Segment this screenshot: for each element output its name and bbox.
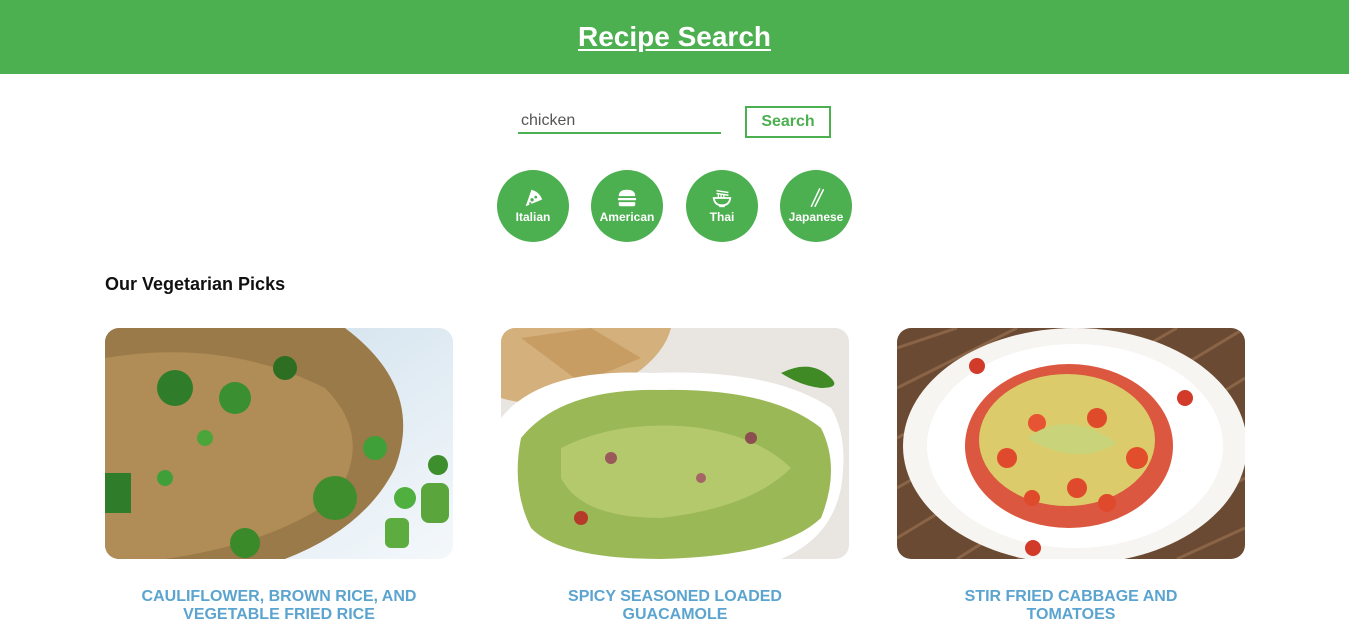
search-button[interactable]: Search xyxy=(745,106,831,138)
recipe-title-link[interactable]: Stir Fried Cabbage and Tomatoes xyxy=(897,588,1245,624)
recipe-card[interactable]: Cauliflower, Brown Rice, and Vegetable F… xyxy=(105,328,453,624)
recipe-card[interactable]: Spicy Seasoned Loaded Guacamole xyxy=(501,328,849,624)
cuisine-label: Italian xyxy=(515,209,551,224)
search-input[interactable] xyxy=(518,109,721,134)
cuisine-label: Japanese xyxy=(788,209,844,224)
cuisine-button-japanese[interactable]: Japanese xyxy=(780,170,852,242)
page-title-link[interactable]: Recipe Search xyxy=(578,21,771,53)
chopsticks-icon xyxy=(810,187,825,207)
recipe-card[interactable]: Stir Fried Cabbage and Tomatoes xyxy=(897,328,1245,624)
guacamole-photo[interactable] xyxy=(501,328,849,559)
pizza-icon xyxy=(525,189,543,206)
fried-rice-photo[interactable] xyxy=(105,328,453,559)
cuisine-button-american[interactable]: American xyxy=(591,170,663,242)
cuisine-button-thai[interactable]: Thai xyxy=(686,170,758,242)
recipe-title-link[interactable]: Cauliflower, Brown Rice, and Vegetable F… xyxy=(105,588,453,624)
app-header: Recipe Search xyxy=(0,0,1349,74)
noodle-bowl-icon xyxy=(712,189,732,207)
cuisine-label: Thai xyxy=(709,209,735,224)
section-title: Our Vegetarian Picks xyxy=(105,274,286,294)
cabbage-tomato-photo[interactable] xyxy=(897,328,1245,559)
recipe-title-link[interactable]: Spicy Seasoned Loaded Guacamole xyxy=(501,588,849,624)
burger-icon xyxy=(617,189,637,206)
cuisine-button-italian[interactable]: Italian xyxy=(497,170,569,242)
cuisine-label: American xyxy=(599,209,655,224)
